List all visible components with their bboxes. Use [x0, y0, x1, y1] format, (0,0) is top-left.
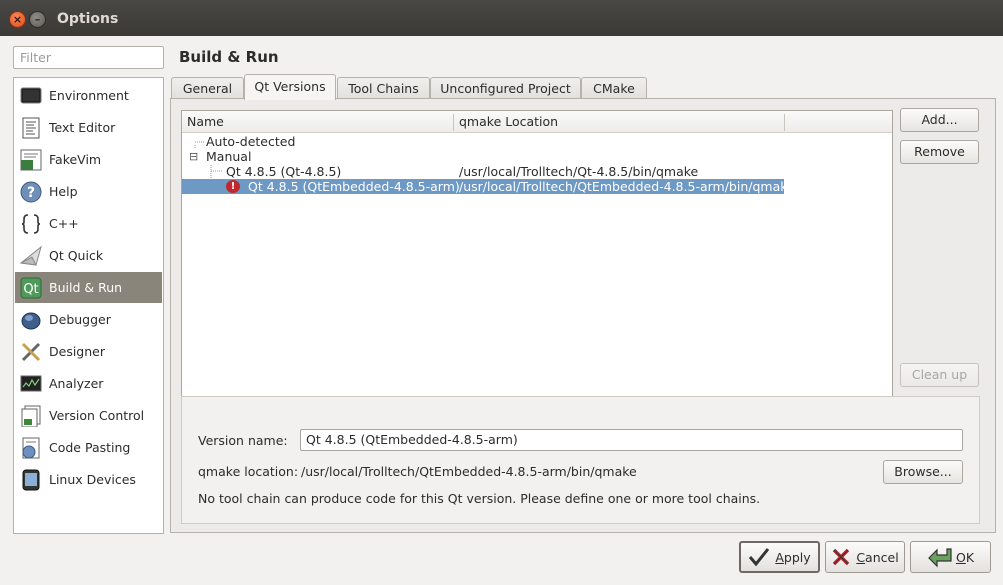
- ok-label: K: [965, 549, 975, 565]
- apply-label: pply: [783, 549, 811, 565]
- clean-up-button[interactable]: Clean up: [900, 363, 979, 387]
- cancel-mnemonic: C: [856, 549, 866, 565]
- sidebar-item-designer[interactable]: Designer: [15, 336, 162, 367]
- qmake-location-value: /usr/local/Trolltech/QtEmbedded-4.8.5-ar…: [301, 464, 637, 479]
- sidebar-item-label: Analyzer: [49, 376, 104, 391]
- ok-button[interactable]: OK: [910, 541, 991, 573]
- sidebar-item-label: C++: [49, 216, 79, 231]
- apply-button[interactable]: Apply: [739, 541, 820, 573]
- tree-row[interactable]: ⊟ Manual: [182, 149, 782, 164]
- window-minimize-button[interactable]: –: [29, 11, 46, 28]
- error-icon: !: [226, 180, 240, 193]
- sidebar-item-version-control[interactable]: Version Control: [15, 400, 162, 431]
- tab-cmake[interactable]: CMake: [581, 77, 647, 99]
- qt-quick-icon: [19, 244, 42, 267]
- tab-general[interactable]: General: [171, 77, 244, 99]
- tab-tool-chains[interactable]: Tool Chains: [337, 77, 430, 99]
- fakevim-icon: [19, 148, 42, 171]
- monitor-icon: [19, 84, 42, 107]
- qt-versions-tree[interactable]: Name qmake Location Auto-detected ⊟ Manu…: [181, 110, 893, 424]
- sidebar-item-environment[interactable]: Environment: [15, 80, 162, 111]
- window-close-button[interactable]: ×: [9, 11, 26, 28]
- ok-mnemonic: O: [955, 549, 966, 565]
- sidebar-item-label: Designer: [49, 344, 105, 359]
- sidebar-item-label: Qt Quick: [49, 248, 104, 263]
- qmake-location-label: qmake location:: [198, 464, 299, 479]
- svg-text:Qt: Qt: [23, 282, 38, 297]
- sidebar-item-qt-quick[interactable]: Qt Quick: [15, 240, 162, 271]
- sidebar-item-label: Code Pasting: [49, 440, 131, 455]
- column-header-qmake-location[interactable]: qmake Location: [454, 111, 558, 133]
- debugger-icon: [19, 308, 42, 331]
- tab-unconfigured-project[interactable]: Unconfigured Project: [430, 77, 581, 99]
- checkmark-icon: [749, 548, 770, 567]
- sidebar-item-build-run[interactable]: Qt Build & Run: [15, 272, 162, 303]
- linux-devices-icon: [19, 468, 42, 491]
- sidebar-item-label: Version Control: [49, 408, 145, 423]
- ok-arrow-icon: [928, 548, 952, 568]
- tree-row-location: /usr/local/Trolltech/QtEmbedded-4.8.5-ar…: [459, 179, 795, 194]
- tree-row-location: /usr/local/Trolltech/Qt-4.8.5/bin/qmake: [459, 164, 699, 179]
- sidebar-item-label: Linux Devices: [49, 472, 136, 487]
- collapse-icon[interactable]: ⊟: [189, 149, 198, 164]
- column-separator[interactable]: [784, 114, 785, 131]
- sidebar-item-label: Environment: [49, 88, 129, 103]
- designer-icon: [19, 340, 42, 363]
- sidebar-item-debugger[interactable]: Debugger: [15, 304, 162, 335]
- sidebar-item-label: Text Editor: [49, 120, 116, 135]
- title-bar: × – Options: [0, 0, 1003, 36]
- tree-row-name: Manual: [206, 149, 252, 164]
- cancel-button[interactable]: Cancel: [825, 541, 905, 573]
- version-control-icon: [19, 404, 42, 427]
- minimize-icon: –: [34, 13, 41, 26]
- sidebar-item-label: FakeVim: [49, 152, 102, 167]
- sidebar-item-help[interactable]: ? Help: [15, 176, 162, 207]
- build-run-icon: Qt: [19, 276, 42, 299]
- tree-row-name: Qt 4.8.5 (QtEmbedded-4.8.5-arm): [248, 179, 460, 194]
- apply-mnemonic: A: [775, 549, 784, 565]
- window-title: Options: [57, 11, 119, 27]
- remove-button[interactable]: Remove: [900, 140, 979, 164]
- version-name-field[interactable]: Qt 4.8.5 (QtEmbedded-4.8.5-arm): [300, 429, 963, 451]
- category-list: Environment Text Editor FakeVim ? Help C…: [13, 77, 164, 534]
- help-icon: ?: [19, 180, 42, 203]
- filter-input[interactable]: Filter: [13, 46, 164, 69]
- version-name-label: Version name:: [198, 433, 288, 448]
- sidebar-item-linux-devices[interactable]: Linux Devices: [15, 464, 162, 495]
- cpp-braces-icon: [19, 212, 42, 235]
- text-editor-icon: [19, 116, 42, 139]
- tree-row-selected[interactable]: ! Qt 4.8.5 (QtEmbedded-4.8.5-arm) /usr/l…: [182, 179, 795, 194]
- sidebar-item-text-editor[interactable]: Text Editor: [15, 112, 162, 143]
- sidebar-item-cpp[interactable]: C++: [15, 208, 162, 239]
- sidebar-item-label: Build & Run: [49, 280, 123, 295]
- code-pasting-icon: [19, 436, 42, 459]
- sidebar-item-label: Help: [49, 184, 78, 199]
- tree-header: Name qmake Location: [182, 111, 892, 133]
- sidebar-item-fakevim[interactable]: FakeVim: [15, 144, 162, 175]
- tree-row-name: Auto-detected: [206, 134, 296, 149]
- add-button[interactable]: Add...: [900, 108, 979, 132]
- options-dialog: Filter Environment Text Editor FakeVim ?…: [0, 36, 1003, 585]
- close-icon: ×: [12, 13, 23, 26]
- sidebar-item-analyzer[interactable]: Analyzer: [15, 368, 162, 399]
- page-title: Build & Run: [179, 48, 279, 66]
- tree-row[interactable]: Auto-detected: [182, 134, 782, 149]
- cancel-x-icon: [833, 548, 850, 566]
- toolchain-warning-message: No tool chain can produce code for this …: [198, 491, 761, 506]
- tab-qt-versions[interactable]: Qt Versions: [244, 74, 336, 100]
- analyzer-icon: [19, 372, 42, 395]
- sidebar-item-code-pasting[interactable]: Code Pasting: [15, 432, 162, 463]
- cancel-label: ancel: [865, 549, 899, 565]
- tree-row-name: Qt 4.8.5 (Qt-4.8.5): [226, 164, 342, 179]
- sidebar-item-label: Debugger: [49, 312, 111, 327]
- browse-button[interactable]: Browse...: [883, 460, 963, 484]
- tree-row[interactable]: Qt 4.8.5 (Qt-4.8.5) /usr/local/Trolltech…: [182, 164, 782, 179]
- svg-text:?: ?: [26, 185, 34, 201]
